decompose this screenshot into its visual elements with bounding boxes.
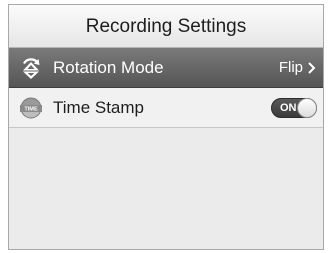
time-stamp-label: Time Stamp bbox=[53, 98, 145, 117]
chevron-right-icon bbox=[308, 62, 316, 74]
toggle-knob bbox=[297, 98, 317, 118]
rotation-icon bbox=[23, 58, 40, 79]
toggle-state-label: ON bbox=[280, 102, 297, 114]
page-title: Recording Settings bbox=[85, 16, 247, 37]
rotation-mode-label: Rotation Mode bbox=[53, 58, 164, 77]
time-stamp-toggle[interactable]: ON bbox=[271, 98, 317, 118]
title-bar: Recording Settings bbox=[9, 5, 323, 48]
settings-item-time-stamp[interactable]: TIME Time Stamp ON bbox=[9, 88, 323, 128]
rotation-mode-value: Flip bbox=[278, 59, 303, 76]
settings-item-rotation-mode[interactable]: Rotation Mode Flip bbox=[9, 48, 323, 88]
recording-settings-screen: Recording Settings Rotation Mode Flip TI… bbox=[8, 4, 324, 250]
time-stamp-icon: TIME bbox=[20, 97, 42, 119]
time-icon-text: TIME bbox=[24, 107, 38, 113]
